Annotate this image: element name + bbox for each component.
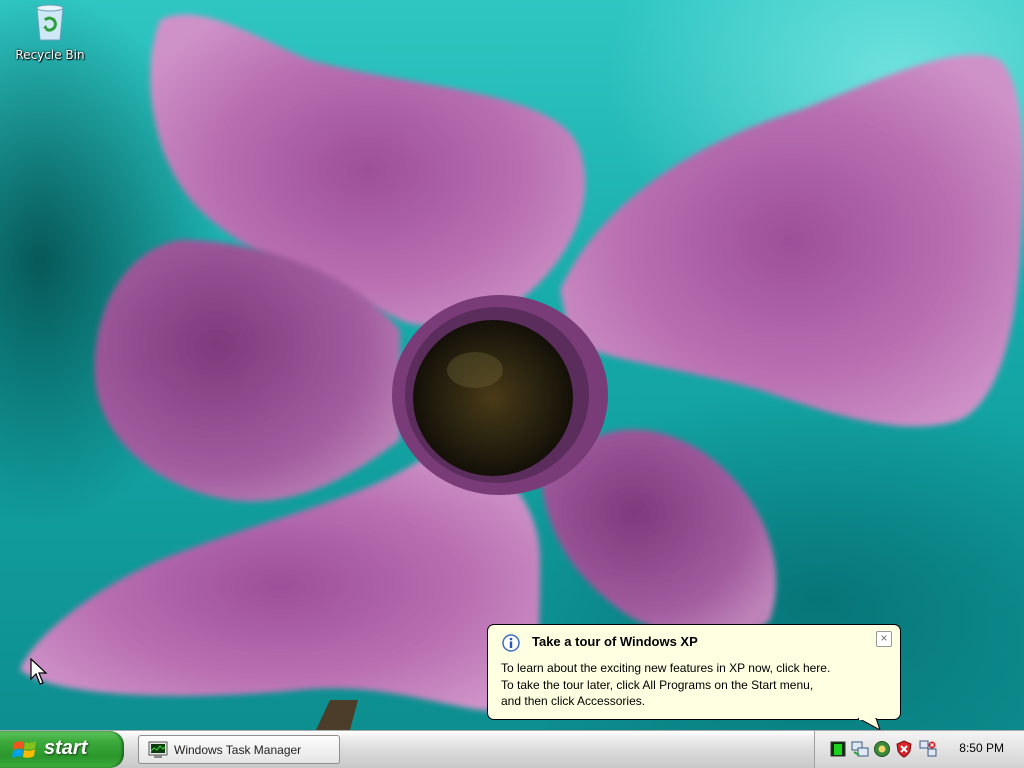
balloon-line: and then click Accessories. bbox=[501, 694, 646, 708]
windows-logo-icon bbox=[12, 741, 36, 758]
taskbar-button-task-manager[interactable]: Windows Task Manager bbox=[138, 735, 340, 764]
network-icon[interactable] bbox=[851, 740, 869, 758]
balloon-title: Take a tour of Windows XP bbox=[532, 634, 698, 649]
recycle-bin-icon bbox=[36, 4, 64, 41]
taskbar: start Windows Task Manager 8:50 PM bbox=[0, 730, 1024, 768]
taskbar-button-label: Windows Task Manager bbox=[174, 743, 302, 757]
taskbar-clock[interactable]: 8:50 PM bbox=[959, 741, 1004, 755]
desktop-wallpaper bbox=[0, 0, 1024, 730]
tour-icon[interactable] bbox=[873, 740, 891, 758]
system-tray: 8:50 PM bbox=[814, 731, 1024, 768]
tour-notification-balloon[interactable]: Take a tour of Windows XP × To learn abo… bbox=[487, 624, 901, 720]
flower-image bbox=[20, 14, 1024, 730]
balloon-line: To learn about the exciting new features… bbox=[501, 661, 831, 675]
mouse-pointer-icon bbox=[30, 658, 48, 685]
start-button[interactable]: start bbox=[0, 731, 124, 768]
recycle-bin-label: Recycle Bin bbox=[15, 48, 85, 62]
cpu-usage-icon[interactable] bbox=[829, 740, 847, 758]
balloon-message[interactable]: To learn about the exciting new features… bbox=[501, 660, 896, 710]
info-icon bbox=[502, 634, 520, 652]
task-manager-icon bbox=[148, 741, 168, 758]
start-label: start bbox=[44, 737, 88, 759]
balloon-line: To take the tour later, click All Progra… bbox=[501, 677, 814, 692]
balloon-close-button[interactable]: × bbox=[876, 631, 892, 647]
security-center-icon[interactable] bbox=[895, 740, 913, 758]
network-connection-icon[interactable] bbox=[919, 740, 937, 758]
desktop-icon-recycle-bin[interactable]: Recycle Bin bbox=[8, 2, 92, 62]
